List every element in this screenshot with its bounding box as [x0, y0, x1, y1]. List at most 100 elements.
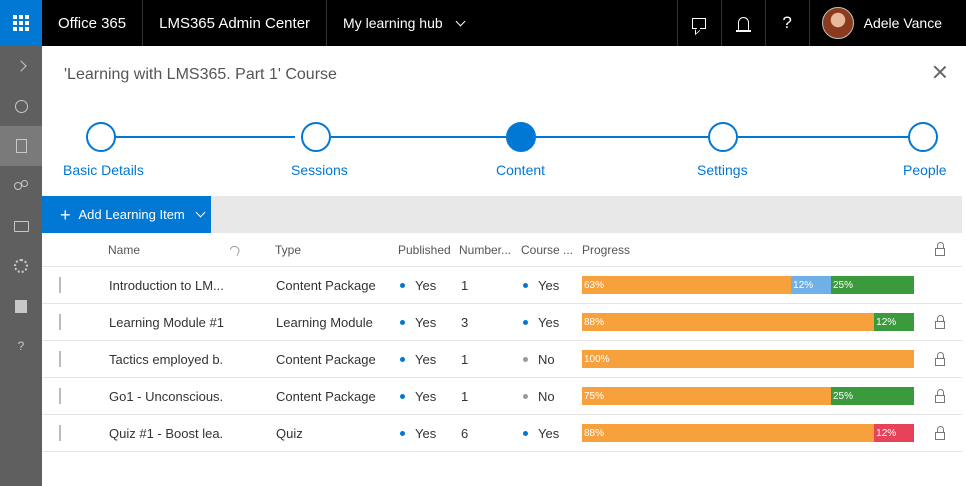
status-dot	[523, 319, 528, 325]
user-name: Adele Vance	[863, 15, 942, 31]
column-name[interactable]: Name	[108, 233, 140, 266]
drag-handle[interactable]	[59, 267, 61, 303]
step-connector	[738, 136, 908, 138]
lock-button[interactable]	[935, 378, 945, 414]
left-rail: ?	[0, 46, 42, 486]
help-button[interactable]: ?	[764, 0, 809, 46]
attachment-column-header[interactable]	[230, 233, 240, 266]
progress-bar: 63% 12% 25%	[582, 276, 914, 294]
step-sessions[interactable]: Sessions	[291, 162, 348, 178]
lock-button[interactable]	[935, 415, 945, 451]
drag-handle[interactable]	[59, 378, 61, 414]
status-dot	[400, 319, 405, 325]
progress-segment: 100%	[582, 350, 914, 368]
step-basic-details[interactable]: Basic Details	[63, 162, 144, 178]
course-value: No	[538, 388, 555, 404]
column-published[interactable]: Published	[398, 233, 451, 266]
table-row[interactable]: Quiz #1 - Boost lea... Quiz Yes 6 Yes 88% 12%	[42, 415, 962, 452]
step-content-dot[interactable]	[506, 122, 536, 152]
item-type: Quiz	[276, 425, 303, 441]
item-type: Content Package	[276, 388, 376, 404]
column-number[interactable]: Number...	[459, 233, 511, 266]
step-connector	[536, 136, 708, 138]
step-content[interactable]: Content	[496, 162, 545, 178]
rail-item-settings[interactable]	[0, 246, 42, 286]
grip-icon	[59, 277, 61, 293]
step-settings-dot[interactable]	[708, 122, 738, 152]
item-number: 1	[461, 388, 469, 404]
item-course: Yes	[523, 267, 559, 303]
table-row[interactable]: Tactics employed b... Content Package Yes 1…	[42, 341, 962, 378]
app-launcher-button[interactable]	[0, 0, 42, 46]
drag-handle[interactable]	[59, 415, 61, 451]
drag-handle[interactable]	[59, 341, 61, 377]
item-published: Yes	[400, 415, 436, 451]
item-number: 6	[461, 425, 469, 441]
status-dot	[400, 282, 405, 288]
step-people-dot[interactable]	[908, 122, 938, 152]
plus-icon: +	[60, 204, 71, 225]
user-menu[interactable]: Adele Vance	[808, 0, 966, 46]
lock-button[interactable]	[935, 341, 945, 377]
waffle-icon	[13, 15, 29, 31]
brand-link[interactable]: Office 365	[42, 0, 144, 46]
item-name[interactable]: Introduction to LM...	[109, 267, 224, 303]
published-value: Yes	[415, 314, 437, 330]
item-type: Content Package	[276, 277, 376, 293]
column-course[interactable]: Course ...	[521, 233, 573, 266]
rail-item-help[interactable]: ?	[0, 326, 42, 366]
item-name[interactable]: Go1 - Unconscious...	[109, 378, 224, 414]
lock-column-header	[935, 233, 945, 266]
office-icon	[15, 299, 27, 313]
progress-segment: 12%	[791, 276, 831, 294]
table-header: Name Type Published Number... Course ...…	[42, 233, 962, 267]
rail-item-users[interactable]	[0, 166, 42, 206]
item-type: Learning Module	[276, 314, 373, 330]
step-connector	[115, 136, 295, 138]
rail-item-courses[interactable]	[0, 126, 42, 166]
lock-icon	[935, 314, 945, 329]
item-course: Yes	[523, 415, 559, 451]
table-row[interactable]: Learning Module #1 Learning Module Yes 3 Yes…	[42, 304, 962, 341]
step-sessions-dot[interactable]	[301, 122, 331, 152]
step-settings[interactable]: Settings	[697, 162, 748, 178]
table-row[interactable]: Go1 - Unconscious... Content Package Yes 1 N…	[42, 378, 962, 415]
course-value: Yes	[538, 314, 560, 330]
check-circle-icon	[14, 99, 28, 113]
item-name[interactable]: Tactics employed b...	[109, 341, 224, 377]
add-learning-item-button[interactable]: + Add Learning Item	[42, 196, 211, 233]
item-name[interactable]: Quiz #1 - Boost lea...	[109, 415, 224, 451]
item-course: Yes	[523, 304, 559, 340]
step-basic-details-dot[interactable]	[86, 122, 116, 152]
notifications-button[interactable]	[720, 0, 765, 46]
item-published: Yes	[400, 267, 436, 303]
rail-item-office[interactable]	[0, 286, 42, 326]
grip-icon	[59, 425, 61, 441]
column-type[interactable]: Type	[275, 233, 301, 266]
hub-selector[interactable]: My learning hub	[327, 0, 480, 46]
close-icon[interactable]	[932, 64, 948, 80]
folder-icon	[13, 220, 29, 232]
published-value: Yes	[415, 388, 437, 404]
status-dot	[523, 393, 528, 399]
item-name[interactable]: Learning Module #1	[109, 304, 224, 340]
drag-handle[interactable]	[59, 304, 61, 340]
app-name[interactable]: LMS365 Admin Center	[143, 0, 328, 46]
status-dot	[523, 282, 528, 288]
step-people[interactable]: People	[903, 162, 947, 178]
chat-button[interactable]	[676, 0, 721, 46]
table-row[interactable]: Introduction to LM... Content Package Yes 1…	[42, 267, 962, 304]
expand-rail-button[interactable]	[0, 46, 42, 86]
rail-item-dashboard[interactable]	[0, 86, 42, 126]
status-dot	[400, 430, 405, 436]
rail-item-catalog[interactable]	[0, 206, 42, 246]
progress-segment: 25%	[831, 387, 914, 405]
chevron-down-icon	[455, 16, 466, 26]
lock-button[interactable]	[935, 304, 945, 340]
page-title: 'Learning with LMS365. Part 1' Course	[64, 66, 337, 83]
progress-bar: 100%	[582, 350, 914, 368]
published-value: Yes	[415, 425, 437, 441]
item-number: 1	[461, 277, 469, 293]
command-bar: + Add Learning Item	[42, 196, 962, 233]
column-progress[interactable]: Progress	[582, 233, 630, 266]
